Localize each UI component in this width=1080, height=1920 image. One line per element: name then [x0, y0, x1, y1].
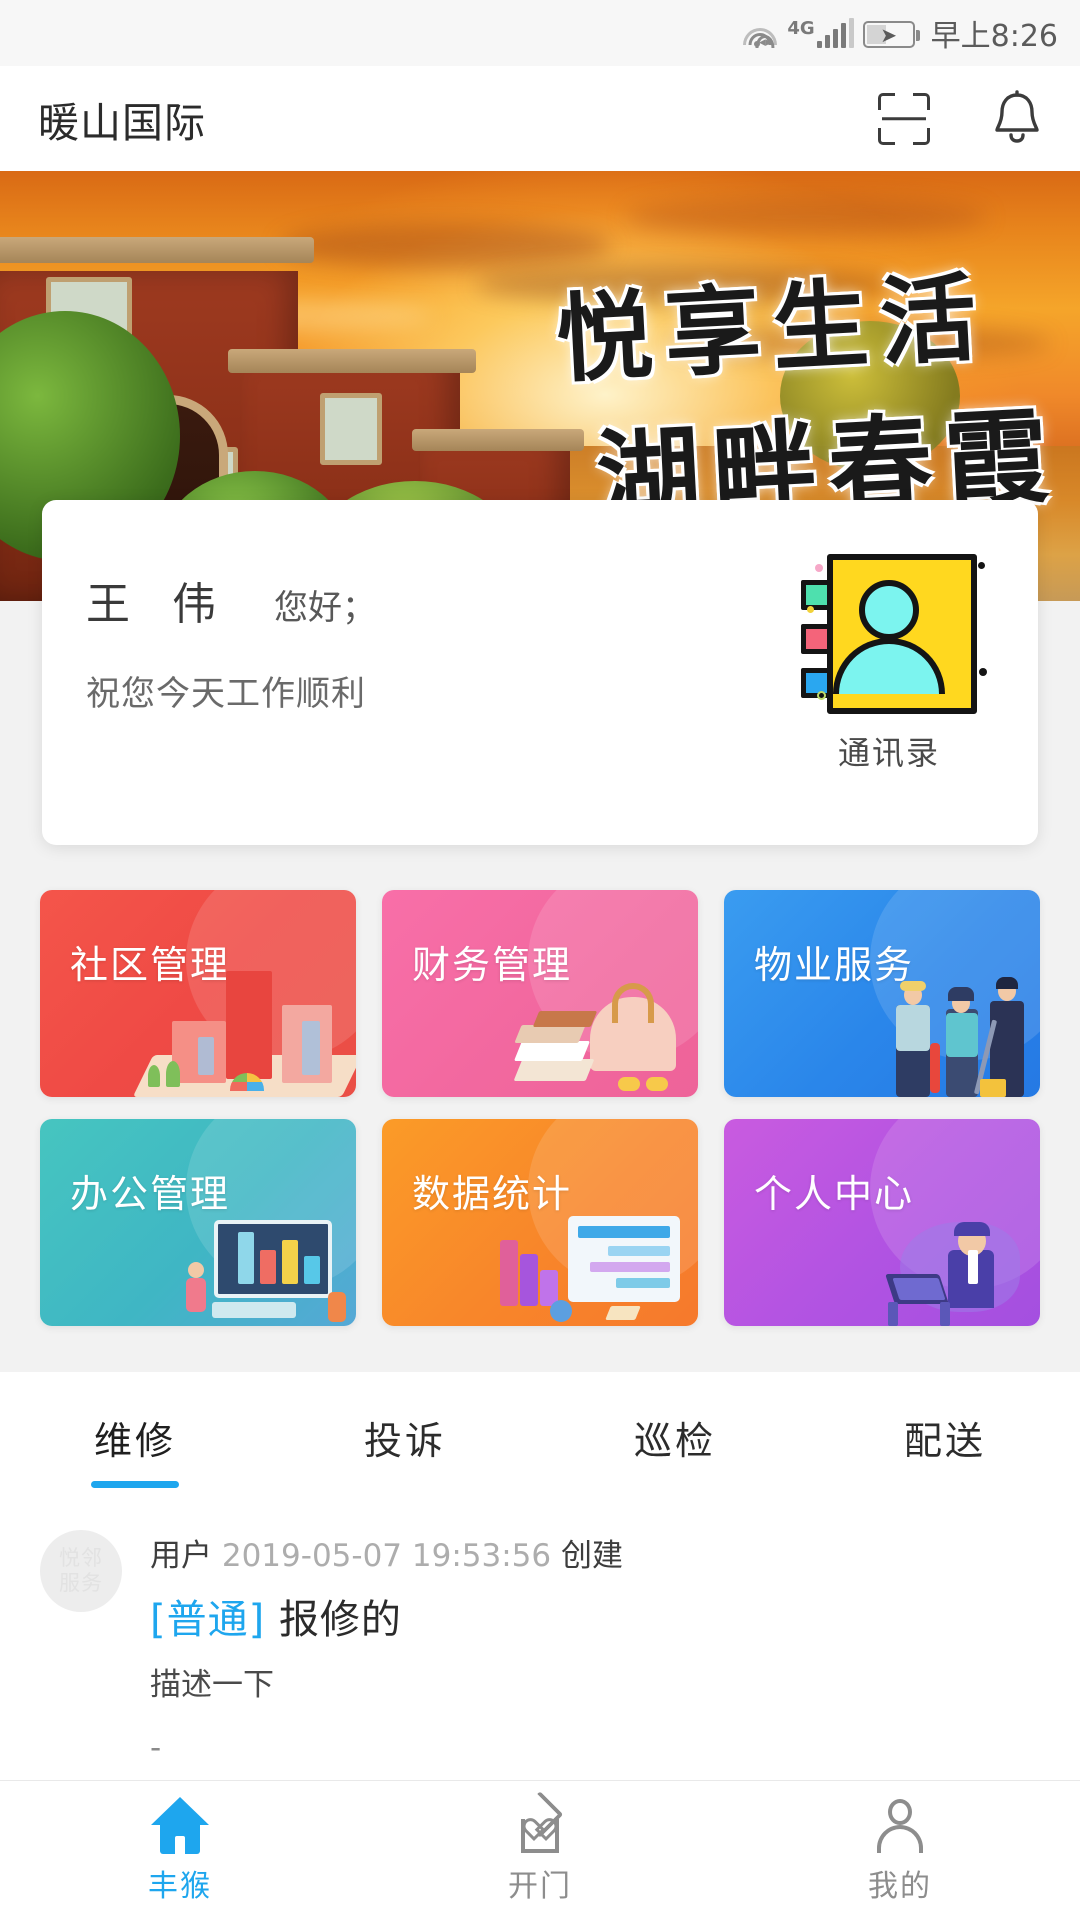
user-name: 王 伟: [86, 579, 230, 630]
wifi-icon: ◂▸: [742, 18, 778, 49]
network-type-label: 4G: [787, 18, 815, 39]
page-title: 暖山国际: [38, 98, 206, 147]
tab-label: 配送: [903, 1418, 986, 1463]
tab-inspection[interactable]: 巡检: [540, 1372, 810, 1502]
property-staff-icon: [812, 936, 1040, 1097]
status-bar: ◂▸ 4G ➤ 早上8:26: [0, 0, 1080, 66]
order-tabs: 维修 投诉 巡检 配送: [0, 1372, 1080, 1502]
list-item-extra: -: [150, 1730, 162, 1766]
list-item-description: 描述一下: [150, 1667, 274, 1703]
profile-person-icon: [871, 1797, 929, 1855]
tab-label: 维修: [93, 1418, 176, 1463]
contacts-entry[interactable]: 通讯录: [784, 554, 994, 845]
nav-item-home[interactable]: 丰猴: [0, 1796, 360, 1905]
header-actions: [878, 89, 1042, 148]
tile-personal-center[interactable]: 个人中心: [724, 1119, 1040, 1326]
community-buildings-icon: [128, 936, 356, 1097]
order-tabs-container: 维修 投诉 巡检 配送: [0, 1372, 1080, 1502]
list-item-title: 报修的: [278, 1597, 402, 1643]
status-bar-clock: 早上8:26: [930, 19, 1058, 54]
tile-finance-management[interactable]: 财务管理: [382, 890, 698, 1097]
avatar: 悦邻 服务: [40, 1530, 122, 1612]
address-book-icon: [801, 554, 987, 714]
tile-property-service[interactable]: 物业服务: [724, 890, 1040, 1097]
tile-office-management[interactable]: 办公管理: [40, 1119, 356, 1326]
order-list[interactable]: 悦邻 服务 用户 2019-05-07 19:53:56 创建 [普通] 报修的…: [0, 1502, 1080, 1780]
list-item-user: 用户: [150, 1538, 212, 1574]
greeting-hello: 您好；: [274, 588, 376, 628]
status-bar-icons: ◂▸ 4G ➤: [742, 18, 920, 49]
data-chart-icon: [470, 1165, 698, 1326]
greeting-wish: 祝您今天工作顺利: [86, 674, 366, 714]
signal-bars-icon: 4G: [787, 18, 854, 48]
list-item-title-row: [普通] 报修的: [150, 1587, 1040, 1645]
app-root: ◂▸ 4G ➤ 早上8:26 暖山国际 悦享生活 湖畔春霞 王 伟 您好； 祝您…: [0, 0, 1080, 1920]
office-desktop-icon: [128, 1165, 356, 1326]
scan-qr-icon[interactable]: [878, 92, 930, 145]
list-item-body: 用户 2019-05-07 19:53:56 创建 [普通] 报修的 描述一下 …: [150, 1530, 1040, 1766]
list-item-timestamp: 2019-05-07 19:53:56: [221, 1538, 552, 1574]
tab-label: 巡检: [633, 1418, 716, 1463]
status-badge: [普通]: [150, 1597, 266, 1643]
list-item-meta: 用户 2019-05-07 19:53:56 创建: [150, 1530, 1040, 1575]
greeting-card: 王 伟 您好； 祝您今天工作顺利 通讯录: [42, 500, 1038, 845]
list-item[interactable]: 悦邻 服务 用户 2019-05-07 19:53:56 创建 [普通] 报修的…: [0, 1502, 1080, 1766]
profile-person-icon: [812, 1165, 1040, 1326]
home-icon: [151, 1796, 209, 1855]
finance-money-icon: [470, 936, 698, 1097]
greeting-line-1: 王 伟 您好；: [86, 568, 376, 632]
tab-repair[interactable]: 维修: [0, 1372, 270, 1502]
avatar-line-1: 悦邻: [59, 1546, 103, 1570]
tab-delivery[interactable]: 配送: [810, 1372, 1080, 1502]
door-house-heart-icon: [511, 1790, 569, 1855]
nav-label: 开门: [508, 1868, 572, 1904]
greeting-text-block: 王 伟 您好； 祝您今天工作顺利: [86, 560, 376, 845]
notification-bell-icon[interactable]: [992, 89, 1042, 148]
tab-label: 投诉: [363, 1418, 446, 1463]
nav-item-profile[interactable]: 我的: [720, 1797, 1080, 1905]
nav-label: 丰猴: [148, 1868, 212, 1904]
avatar-line-2: 服务: [59, 1571, 103, 1595]
app-header: 暖山国际: [0, 66, 1080, 171]
tile-community-management[interactable]: 社区管理: [40, 890, 356, 1097]
feature-grid: 社区管理 财务管理 物业服务 办公管理 数据统计 个人中心: [0, 890, 1080, 1326]
tile-data-statistics[interactable]: 数据统计: [382, 1119, 698, 1326]
nav-item-opendoor[interactable]: 开门: [360, 1790, 720, 1905]
list-item-action: 创建: [560, 1538, 623, 1574]
battery-charging-icon: ➤: [862, 21, 920, 48]
nav-label: 我的: [868, 1868, 932, 1904]
contacts-label: 通讯录: [837, 734, 940, 772]
tab-complaint[interactable]: 投诉: [270, 1372, 540, 1502]
bottom-navigation: 丰猴 开门 我的: [0, 1780, 1080, 1920]
